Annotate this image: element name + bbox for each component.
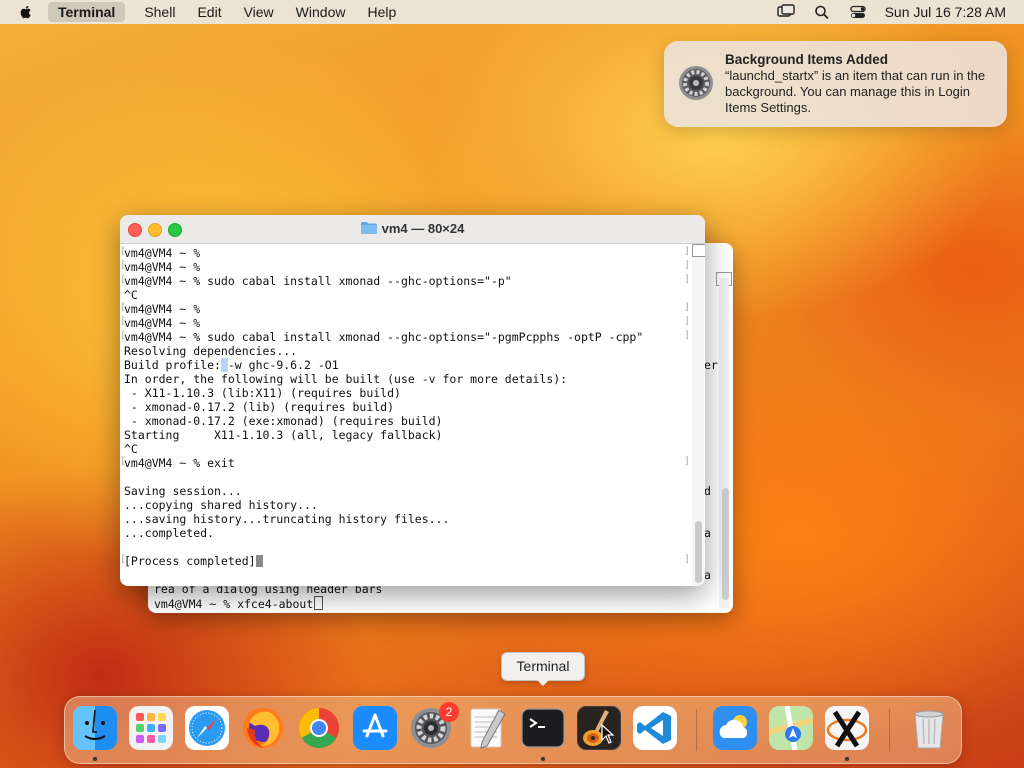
dock: 2 — [64, 696, 962, 764]
textedit-icon[interactable] — [465, 706, 509, 750]
terminal-prompt-line: vm4@VM4 ~ % xfce4-about — [154, 596, 324, 611]
terminal-line: - xmonad-0.17.2 (lib) (requires build) — [124, 400, 395, 414]
weather-icon[interactable] — [713, 706, 757, 750]
dock-tooltip: Terminal — [501, 652, 585, 686]
terminal-line: In order, the following will be built (u… — [124, 372, 568, 386]
apple-menu-icon[interactable] — [18, 4, 34, 20]
mark-bracket: [ — [120, 330, 127, 341]
mark-bracket: ] — [684, 330, 691, 341]
terminal-line: [Process completed] — [124, 554, 263, 568]
menu-view[interactable]: View — [244, 4, 274, 20]
terminal-line: vm4@VM4 ~ % — [124, 302, 201, 316]
maps-icon[interactable] — [768, 705, 814, 751]
terminal-icon[interactable] — [521, 706, 565, 750]
mark-bracket: ] — [684, 316, 691, 327]
notification-title: Background Items Added — [725, 52, 889, 67]
clipped-text: d — [704, 484, 711, 498]
terminal-line: - xmonad-0.17.2 (exe:xmonad) (requires b… — [124, 414, 443, 428]
terminal-line: vm4@VM4 ~ % — [124, 246, 201, 260]
terminal-text: -w ghc-9.6.2 -O1 — [227, 358, 339, 372]
mark-bracket: ] — [684, 456, 691, 467]
trash-icon[interactable] — [907, 706, 951, 750]
menu-extras: Sun Jul 16 7:28 AM — [776, 0, 1006, 24]
dock-separator — [889, 709, 890, 751]
mark-bracket: [ — [120, 260, 127, 271]
notification-body: “launchd_startx” is an item that can run… — [725, 68, 986, 115]
terminal-line: Saving session... — [124, 484, 242, 498]
mark-bracket: [ — [120, 316, 127, 327]
mark-bracket: ] — [684, 260, 691, 271]
terminal-text: Build profile: — [124, 358, 221, 372]
mouse-pointer-icon — [601, 724, 615, 744]
terminal-line: vm4@VM4 ~ % exit — [124, 456, 235, 470]
mark-bracket: [ — [120, 456, 127, 467]
app-store-icon[interactable] — [353, 706, 397, 750]
notification-banner[interactable]: Background Items Added “launchd_startx” … — [664, 41, 1007, 127]
menu-bar: Terminal Shell Edit View Window Help Sun… — [0, 0, 1024, 24]
terminal-line: - X11-1.10.3 (lib:X11) (requires build) — [124, 386, 401, 400]
terminal-line: ...saving history...truncating history f… — [124, 512, 450, 526]
folder-icon — [360, 222, 377, 234]
vscode-icon[interactable] — [633, 706, 677, 750]
menu-edit[interactable]: Edit — [197, 4, 221, 20]
mark-bracket: ] — [684, 302, 691, 313]
menu-app-name[interactable]: Terminal — [48, 2, 126, 22]
dock-separator — [696, 709, 697, 751]
screen-mirroring-icon[interactable] — [776, 4, 795, 20]
window-titlebar[interactable]: vm4 — 80×24 — [120, 215, 705, 244]
menu-shell[interactable]: Shell — [144, 4, 175, 20]
spotlight-search-icon[interactable] — [813, 4, 831, 20]
mark-bracket: ] — [684, 246, 691, 257]
text-selection — [220, 358, 228, 372]
mark-bracket: [ — [120, 274, 127, 285]
terminal-line: vm4@VM4 ~ % sudo cabal install xmonad --… — [124, 330, 644, 344]
chrome-icon[interactable] — [297, 706, 341, 750]
terminal-text: [Process completed] — [124, 554, 256, 568]
text-cursor — [314, 596, 324, 610]
mark-bracket: [ — [120, 554, 127, 565]
launchpad-icon[interactable] — [129, 706, 173, 750]
terminal-line: ^C — [124, 442, 138, 456]
terminal-line: vm4@VM4 ~ % — [124, 260, 201, 274]
terminal-line: Build profile: -w ghc-9.6.2 -O1 — [124, 358, 339, 372]
mark-bracket: [ — [120, 302, 127, 313]
firefox-icon[interactable] — [241, 706, 285, 750]
terminal-line: Resolving dependencies... — [124, 344, 298, 358]
terminal-output[interactable]: vm4@VM4 ~ % vm4@VM4 ~ % vm4@VM4 ~ % sudo… — [120, 244, 705, 586]
terminal-line: ^C — [124, 288, 138, 302]
running-indicator — [845, 757, 849, 761]
terminal-line: vm4@VM4 ~ % sudo cabal install xmonad --… — [124, 274, 512, 288]
text-cursor — [255, 555, 263, 567]
terminal-line: Starting X11-1.10.3 (all, legacy fallbac… — [124, 428, 443, 442]
clipped-text: a — [704, 526, 711, 540]
mark-bracket: [ — [120, 246, 127, 257]
terminal-line: vm4@VM4 ~ % — [124, 316, 201, 330]
terminal-line: ...copying shared history... — [124, 498, 318, 512]
system-settings-gear-icon — [679, 66, 713, 100]
window-title: vm4 — 80×24 — [120, 221, 705, 236]
finder-icon[interactable] — [73, 706, 117, 750]
menu-help[interactable]: Help — [367, 4, 396, 20]
clipped-text: a — [704, 568, 711, 582]
terminal-line: ...completed. — [124, 526, 215, 540]
control-center-icon[interactable] — [849, 4, 867, 20]
safari-icon[interactable] — [185, 706, 229, 750]
clipped-text: er — [704, 358, 718, 372]
mark-bracket: ] — [684, 554, 691, 565]
terminal-command-text: vm4@VM4 ~ % xfce4-about — [154, 597, 314, 611]
mark-bracket: ] — [684, 274, 691, 285]
terminal-window[interactable]: vm4 — 80×24 vm4@VM4 ~ % vm4@VM4 ~ % vm4@… — [120, 215, 705, 586]
xquartz-icon[interactable] — [825, 706, 869, 750]
running-indicator — [541, 757, 545, 761]
notification-badge: 2 — [439, 702, 459, 722]
scrollbar-thumb[interactable] — [722, 488, 729, 600]
menu-clock[interactable]: Sun Jul 16 7:28 AM — [885, 4, 1006, 20]
running-indicator — [93, 757, 97, 761]
window-title-text: vm4 — 80×24 — [381, 221, 465, 236]
menu-window[interactable]: Window — [296, 4, 346, 20]
